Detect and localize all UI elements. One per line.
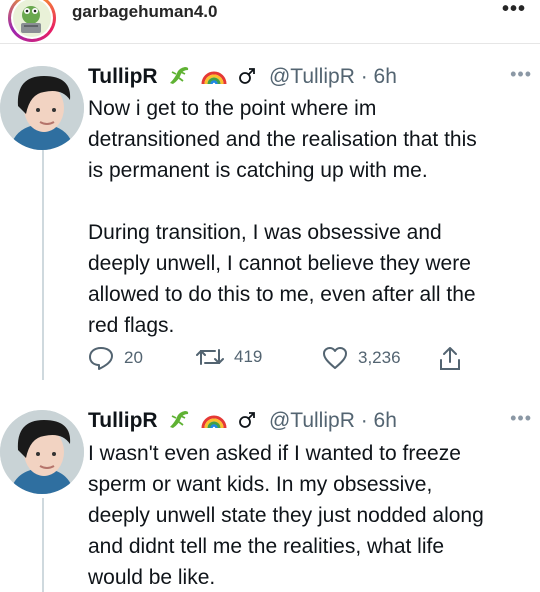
retweet-count: 419 [234, 347, 263, 366]
reply-icon [89, 347, 113, 370]
reply-button[interactable]: 20 [88, 346, 143, 370]
tweet-text: Now i get to the point where im detransi… [88, 97, 477, 337]
tweet-more-icon[interactable]: ••• [510, 64, 532, 85]
retweet-button[interactable]: 419 [196, 346, 262, 368]
rainbow-icon [201, 64, 227, 92]
like-count: 3,236 [358, 348, 401, 367]
handle-and-time[interactable]: @TullipR · 6h [269, 409, 397, 432]
tweet-avatar[interactable] [0, 66, 84, 150]
male-sign-icon [237, 410, 257, 436]
share-button[interactable] [438, 346, 462, 372]
tweet-more-icon[interactable]: ••• [510, 408, 532, 429]
lizard-icon [167, 64, 191, 92]
profile-avatar[interactable] [8, 0, 56, 42]
frog-avatar-icon [21, 6, 41, 33]
thread-line [42, 150, 44, 380]
thread-line [42, 498, 44, 592]
rainbow-icon [201, 408, 227, 436]
handle-and-time[interactable]: @TullipR · 6h [269, 65, 397, 88]
tweet-header: TullipR @TullipR · 6h [88, 64, 397, 92]
display-name[interactable]: TullipR [88, 65, 158, 88]
post-header: garbagehuman4.0 ••• [0, 0, 540, 44]
male-sign-icon [237, 66, 257, 92]
tweet-actions: 20 419 3,236 [88, 346, 478, 376]
retweet-icon [196, 349, 224, 365]
tweet-avatar[interactable] [0, 410, 84, 494]
heart-icon [323, 347, 347, 369]
ellipsis-icon[interactable]: ••• [502, 0, 526, 21]
lizard-icon [167, 408, 191, 436]
like-button[interactable]: 3,236 [322, 346, 401, 370]
post-username[interactable]: garbagehuman4.0 [72, 2, 218, 22]
reply-count: 20 [124, 348, 143, 367]
share-icon [440, 347, 460, 370]
tweet-header: TullipR @TullipR · 6h [88, 408, 397, 436]
display-name[interactable]: TullipR [88, 409, 158, 432]
tweet-text: I wasn't even asked if I wanted to freez… [88, 442, 484, 589]
